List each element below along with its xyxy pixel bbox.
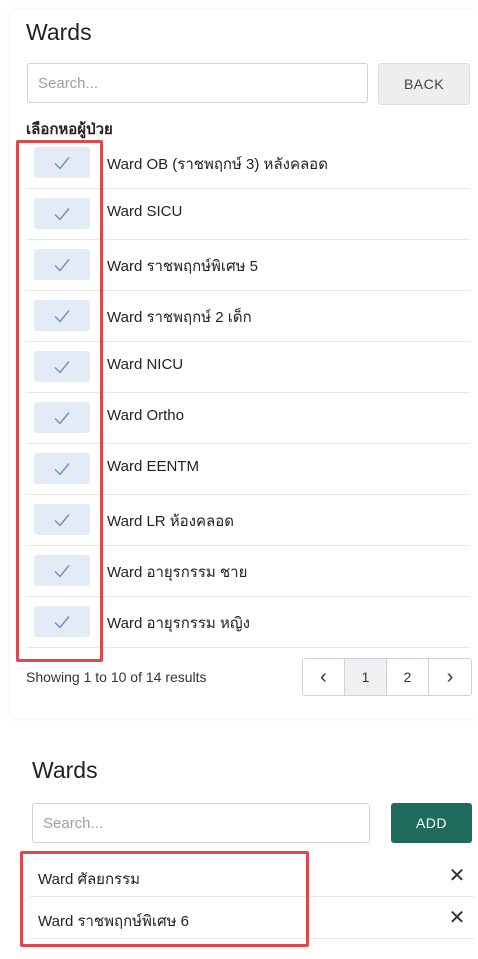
ward-label: Ward ราชพฤกษ์ 2 เด็ก [107,309,252,326]
ward-row[interactable]: Ward อายุรกรรม หญิง [26,597,470,648]
search-input[interactable] [27,63,368,103]
check-icon [54,156,70,170]
prev-page-button[interactable]: ‹ [303,659,345,695]
ward-row[interactable]: Ward SICU [26,189,470,240]
ward-row[interactable]: Ward EENTM [26,444,470,495]
ward-checkbox[interactable] [34,453,90,484]
check-icon [54,309,70,323]
selected-ward-row: Ward ศัลยกรรม ✕ [30,855,474,897]
panel-title: Wards [32,757,98,783]
ward-label: Ward LR ห้องคลอด [107,513,234,530]
chevron-right-icon: › [446,666,454,688]
ward-row[interactable]: Ward ราชพฤกษ์ 2 เด็ก [26,291,470,342]
page-button-2[interactable]: 2 [387,659,429,695]
wards-panel: Wards BACK เลือกหอผู้ป่วย Ward OB (ราชพฤ… [10,10,478,718]
ward-label: Ward อายุรกรรม ชาย [107,564,248,581]
ward-checkbox[interactable] [34,300,90,331]
check-icon [54,615,70,629]
pagination: ‹ 1 2 › [302,658,472,696]
ward-row[interactable]: Ward Ortho [26,393,470,444]
back-button[interactable]: BACK [378,63,470,105]
check-icon [54,258,70,272]
selected-ward-label: Ward ราชพฤกษ์พิเศษ 6 [38,913,189,930]
ward-checkbox[interactable] [34,504,90,535]
pagination-info: Showing 1 to 10 of 14 results [26,669,207,685]
ward-row[interactable]: Ward อายุรกรรม ชาย [26,546,470,597]
check-icon [54,411,70,425]
check-icon [54,564,70,578]
ward-row[interactable]: Ward ราชพฤกษ์พิเศษ 5 [26,240,470,291]
ward-label: Ward EENTM [107,458,199,475]
check-icon [54,513,70,527]
ward-checkbox[interactable] [34,555,90,586]
ward-row[interactable]: Ward LR ห้องคลอด [26,495,470,546]
ward-checkbox[interactable] [34,147,90,178]
close-icon[interactable]: ✕ [446,906,468,929]
close-icon[interactable]: ✕ [446,864,468,887]
add-button[interactable]: ADD [391,803,472,843]
ward-list: Ward OB (ราชพฤกษ์ 3) หลังคลอด Ward SICU … [26,138,470,648]
ward-label: Ward อายุรกรรม หญิง [107,615,250,632]
check-icon [54,207,70,221]
ward-checkbox[interactable] [34,351,90,382]
ward-label: Ward NICU [107,356,184,373]
ward-label: Ward Ortho [107,407,184,424]
selected-wards-panel: Wards ADD Ward ศัลยกรรม ✕ Ward ราชพฤกษ์พ… [10,745,478,959]
ward-label: Ward ราชพฤกษ์พิเศษ 5 [107,258,258,275]
panel-title: Wards [26,19,92,45]
ward-row[interactable]: Ward NICU [26,342,470,393]
check-icon [54,462,70,476]
ward-row[interactable]: Ward OB (ราชพฤกษ์ 3) หลังคลอด [26,138,470,189]
selected-ward-list: Ward ศัลยกรรม ✕ Ward ราชพฤกษ์พิเศษ 6 ✕ [30,855,474,939]
selected-ward-row: Ward ราชพฤกษ์พิเศษ 6 ✕ [30,897,474,939]
chevron-left-icon: ‹ [320,666,327,688]
check-icon [54,360,70,374]
selected-ward-label: Ward ศัลยกรรม [38,871,141,888]
ward-label: Ward OB (ราชพฤกษ์ 3) หลังคลอด [107,156,328,173]
ward-checkbox[interactable] [34,402,90,433]
ward-label: Ward SICU [107,203,183,220]
search-input[interactable] [32,803,370,843]
ward-checkbox[interactable] [34,606,90,637]
next-page-button[interactable]: › [429,659,471,695]
page-button-1[interactable]: 1 [345,659,387,695]
ward-checkbox[interactable] [34,249,90,280]
ward-checkbox[interactable] [34,198,90,229]
